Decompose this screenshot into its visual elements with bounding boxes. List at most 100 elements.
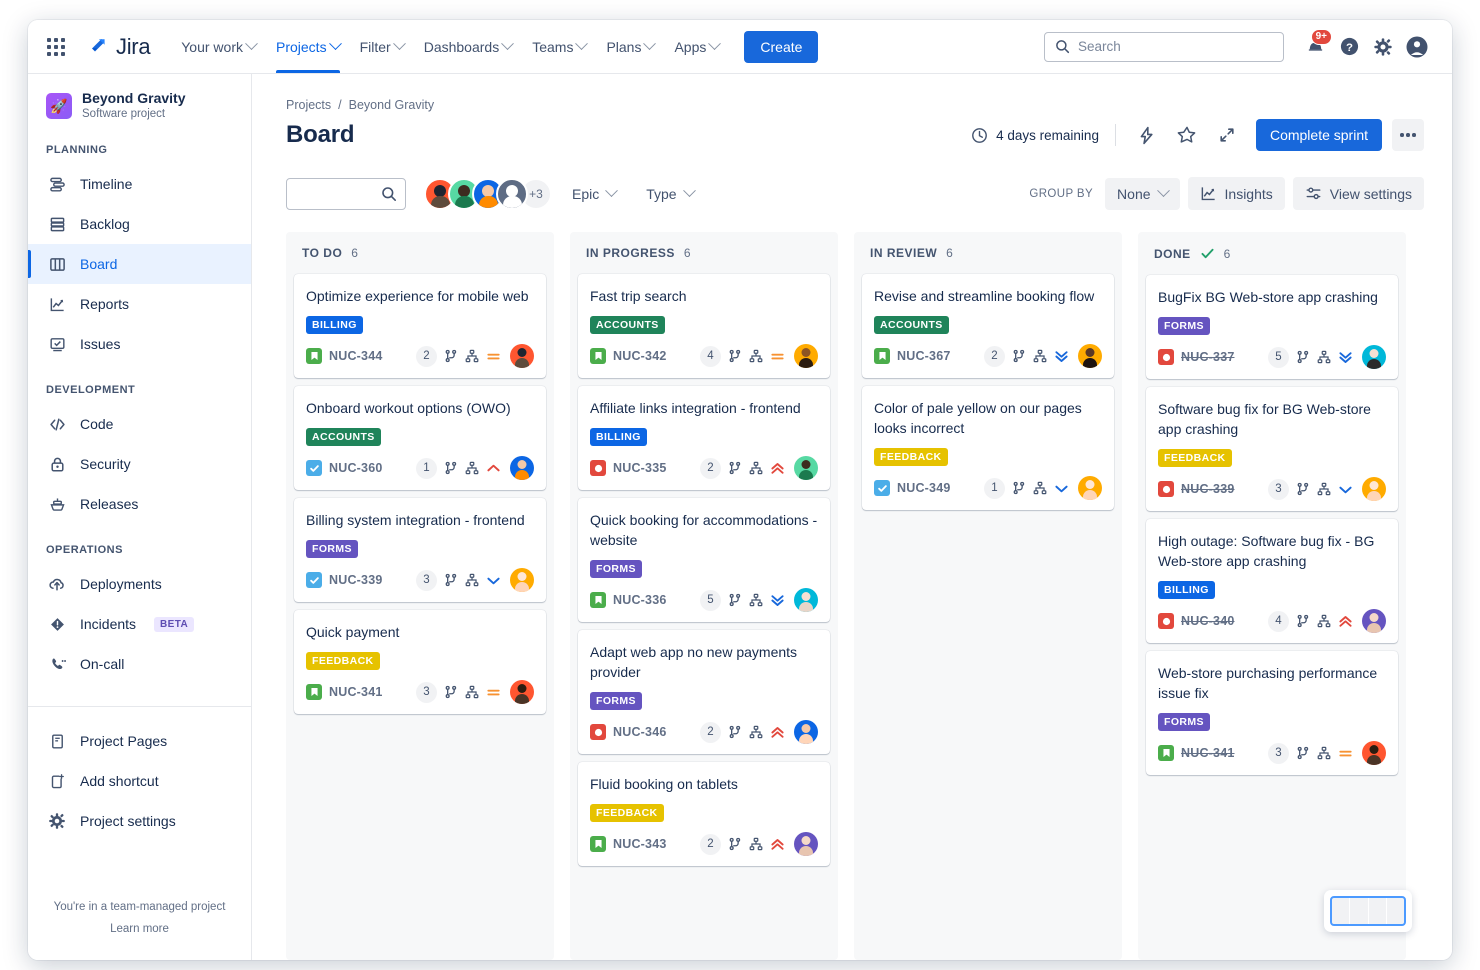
sidebar-item-security[interactable]: Security xyxy=(28,444,251,484)
issue-card[interactable]: Web-store purchasing performance issue f… xyxy=(1146,651,1398,775)
assignee-avatar[interactable] xyxy=(510,456,534,480)
issue-card[interactable]: Software bug fix for BG Web-store app cr… xyxy=(1146,387,1398,511)
insights-button[interactable]: Insights xyxy=(1188,177,1285,210)
learn-more-link[interactable]: Learn more xyxy=(38,918,241,940)
issue-key-group[interactable]: NUC-339 xyxy=(1158,481,1235,497)
sidebar-item-timeline[interactable]: Timeline xyxy=(28,164,251,204)
assignee-avatar[interactable] xyxy=(1362,477,1386,501)
issue-card[interactable]: High outage: Software bug fix - BG Web-s… xyxy=(1146,519,1398,643)
notifications-icon[interactable]: 9+ xyxy=(1300,32,1330,62)
assignee-avatar[interactable] xyxy=(510,680,534,704)
issue-key-group[interactable]: NUC-336 xyxy=(590,592,667,608)
epic-label[interactable]: FEEDBACK xyxy=(590,804,664,822)
sidebar-item-on-call[interactable]: On-call xyxy=(28,644,251,684)
epic-filter-dropdown[interactable]: Epic xyxy=(562,180,626,208)
breadcrumb-beyond-gravity[interactable]: Beyond Gravity xyxy=(349,98,434,112)
sidebar-item-deployments[interactable]: Deployments xyxy=(28,564,251,604)
search-input[interactable] xyxy=(1078,39,1273,54)
type-filter-dropdown[interactable]: Type xyxy=(636,180,703,208)
epic-label[interactable]: BILLING xyxy=(590,428,647,446)
nav-item-teams[interactable]: Teams xyxy=(523,20,595,73)
nav-item-plans[interactable]: Plans xyxy=(597,20,663,73)
issue-key-group[interactable]: NUC-340 xyxy=(1158,613,1235,629)
settings-icon[interactable] xyxy=(1368,32,1398,62)
issue-key-group[interactable]: NUC-339 xyxy=(306,572,383,588)
board-search[interactable] xyxy=(286,178,406,210)
avatar[interactable] xyxy=(496,178,528,210)
assignee-avatar[interactable] xyxy=(510,568,534,592)
assignee-avatar[interactable] xyxy=(794,720,818,744)
assignee-avatar[interactable] xyxy=(794,456,818,480)
nav-item-projects[interactable]: Projects xyxy=(267,20,349,73)
expand-icon[interactable] xyxy=(1212,120,1242,150)
issue-key-group[interactable]: NUC-337 xyxy=(1158,349,1235,365)
issue-key-group[interactable]: NUC-349 xyxy=(874,480,951,496)
project-header[interactable]: 🚀 Beyond Gravity Software project xyxy=(28,90,251,122)
issue-key-group[interactable]: NUC-367 xyxy=(874,348,951,364)
epic-label[interactable]: FORMS xyxy=(590,692,642,710)
issue-key-group[interactable]: NUC-341 xyxy=(306,684,383,700)
assignee-avatar[interactable] xyxy=(1078,476,1102,500)
epic-label[interactable]: ACCOUNTS xyxy=(590,316,665,334)
group-by-dropdown[interactable]: None xyxy=(1105,178,1179,210)
issue-card[interactable]: Fast trip searchACCOUNTSNUC-3424 xyxy=(578,274,830,378)
sidebar-item-incidents[interactable]: Incidents BETA xyxy=(28,604,251,644)
epic-label[interactable]: BILLING xyxy=(306,316,363,334)
sidebar-item-code[interactable]: Code xyxy=(28,404,251,444)
nav-item-dashboards[interactable]: Dashboards xyxy=(415,20,522,73)
assignee-avatar[interactable] xyxy=(1078,344,1102,368)
board-minimap[interactable] xyxy=(1324,890,1412,932)
assignee-avatar[interactable] xyxy=(794,588,818,612)
issue-key-group[interactable]: NUC-342 xyxy=(590,348,667,364)
epic-label[interactable]: ACCOUNTS xyxy=(306,428,381,446)
account-icon[interactable] xyxy=(1402,32,1432,62)
lightning-icon[interactable] xyxy=(1132,120,1162,150)
sidebar-item-project-settings[interactable]: Project settings xyxy=(28,801,251,841)
assignee-avatar[interactable] xyxy=(1362,609,1386,633)
issue-key-group[interactable]: NUC-341 xyxy=(1158,745,1235,761)
jira-logo[interactable]: Jira xyxy=(86,34,150,60)
issue-card[interactable]: Billing system integration - frontendFOR… xyxy=(294,498,546,602)
issue-card[interactable]: Adapt web app no new payments providerFO… xyxy=(578,630,830,754)
issue-key-group[interactable]: NUC-360 xyxy=(306,460,383,476)
issue-card[interactable]: Color of pale yellow on our pages looks … xyxy=(862,386,1114,510)
issue-key-group[interactable]: NUC-346 xyxy=(590,724,667,740)
sidebar-item-backlog[interactable]: Backlog xyxy=(28,204,251,244)
epic-label[interactable]: FEEDBACK xyxy=(306,652,380,670)
assignee-avatar[interactable] xyxy=(794,832,818,856)
epic-label[interactable]: FORMS xyxy=(1158,317,1210,335)
issue-card[interactable]: Quick paymentFEEDBACKNUC-3413 xyxy=(294,610,546,714)
view-settings-button[interactable]: View settings xyxy=(1293,177,1424,210)
epic-label[interactable]: FORMS xyxy=(306,540,358,558)
issue-card[interactable]: Optimize experience for mobile webBILLIN… xyxy=(294,274,546,378)
issue-key-group[interactable]: NUC-343 xyxy=(590,836,667,852)
epic-label[interactable]: FORMS xyxy=(1158,713,1210,731)
create-button[interactable]: Create xyxy=(744,31,818,63)
star-icon[interactable] xyxy=(1172,120,1202,150)
assignee-avatar[interactable] xyxy=(794,344,818,368)
sidebar-item-issues[interactable]: Issues xyxy=(28,324,251,364)
assignee-avatar[interactable] xyxy=(1362,345,1386,369)
issue-card[interactable]: Quick booking for accommodations - websi… xyxy=(578,498,830,622)
epic-label[interactable]: ACCOUNTS xyxy=(874,316,949,334)
sidebar-item-board[interactable]: Board xyxy=(28,244,251,284)
more-actions-icon[interactable] xyxy=(1392,119,1424,151)
issue-card[interactable]: Affiliate links integration - frontendBI… xyxy=(578,386,830,490)
epic-label[interactable]: BILLING xyxy=(1158,581,1215,599)
sidebar-item-add-shortcut[interactable]: Add shortcut xyxy=(28,761,251,801)
nav-item-apps[interactable]: Apps xyxy=(665,20,728,73)
help-icon[interactable]: ? xyxy=(1334,32,1364,62)
epic-label[interactable]: FORMS xyxy=(590,560,642,578)
nav-item-filter[interactable]: Filter xyxy=(351,20,413,73)
global-search[interactable] xyxy=(1044,32,1284,62)
epic-label[interactable]: FEEDBACK xyxy=(1158,449,1232,467)
board-search-input[interactable] xyxy=(297,186,381,201)
issue-card[interactable]: Revise and streamline booking flowACCOUN… xyxy=(862,274,1114,378)
grid-apps-icon[interactable] xyxy=(40,31,72,63)
assignee-avatar[interactable] xyxy=(1362,741,1386,765)
issue-key-group[interactable]: NUC-344 xyxy=(306,348,383,364)
issue-card[interactable]: BugFix BG Web-store app crashingFORMSNUC… xyxy=(1146,275,1398,379)
issue-card[interactable]: Onboard workout options (OWO)ACCOUNTSNUC… xyxy=(294,386,546,490)
issue-card[interactable]: Fluid booking on tabletsFEEDBACKNUC-3432 xyxy=(578,762,830,866)
assignee-avatar[interactable] xyxy=(510,344,534,368)
